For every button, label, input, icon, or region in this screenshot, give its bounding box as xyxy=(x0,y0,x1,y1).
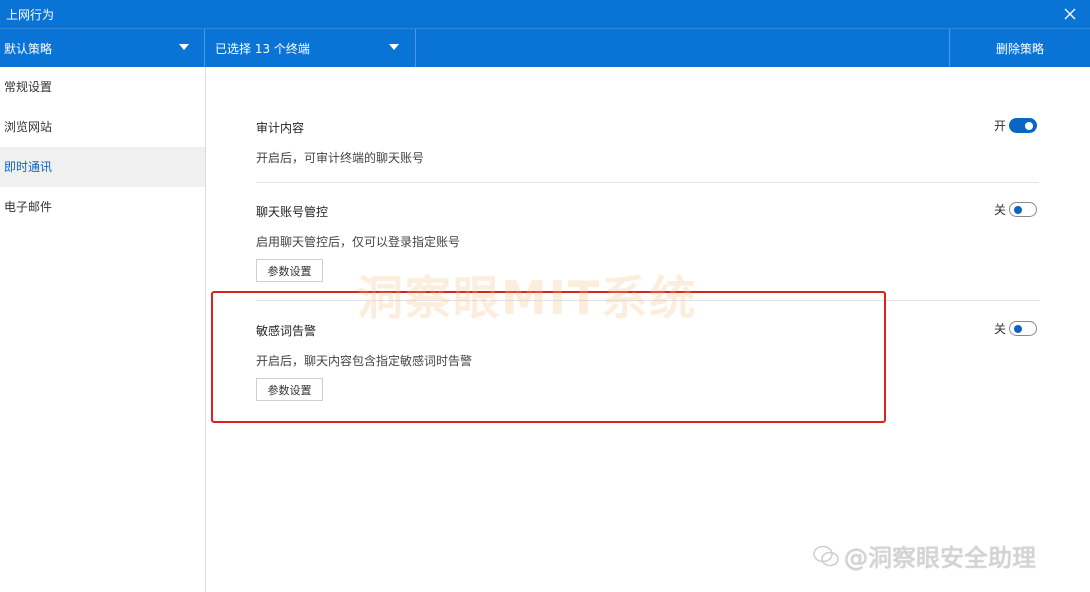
sidebar-item-general[interactable]: 常规设置 xyxy=(0,67,205,107)
sidebar-item-label: 浏览网站 xyxy=(4,120,53,134)
setting-audit-content: 审计内容 开启后，可审计终端的聊天账号 开 xyxy=(256,117,1039,177)
chat-account-control-switch[interactable]: 关 xyxy=(994,201,1037,218)
setting-sensitive-word-alert: 敏感词告警 开启后，聊天内容包含指定敏感词时告警 参数设置 关 xyxy=(256,320,1039,405)
title-bar: 上网行为 xyxy=(0,0,1090,28)
toggle-switch[interactable] xyxy=(1009,202,1037,217)
chevron-down-icon xyxy=(389,44,399,50)
setting-name: 审计内容 xyxy=(256,121,305,135)
sidebar-item-browsing[interactable]: 浏览网站 xyxy=(0,107,205,147)
terminals-dropdown[interactable]: 已选择 13 个终端 xyxy=(205,29,416,67)
toggle-knob xyxy=(1014,205,1022,214)
window: 上网行为 默认策略 已选择 13 个终端 删除策略 常规设置 浏览网站 即时通讯… xyxy=(0,0,1090,592)
close-icon[interactable] xyxy=(1058,2,1082,26)
audit-content-switch[interactable]: 开 xyxy=(994,117,1037,134)
toggle-state-label: 开 xyxy=(993,119,1006,133)
setting-chat-account-control: 聊天账号管控 启用聊天管控后，仅可以登录指定账号 参数设置 关 xyxy=(256,201,1039,286)
toggle-knob xyxy=(1025,121,1033,130)
sidebar-item-label: 电子邮件 xyxy=(4,200,53,214)
setting-name: 聊天账号管控 xyxy=(256,205,329,219)
sensitive-word-alert-switch[interactable]: 关 xyxy=(994,320,1037,337)
setting-description: 开启后，聊天内容包含指定敏感词时告警 xyxy=(256,354,473,368)
sensitive-word-params-button[interactable]: 参数设置 xyxy=(256,378,323,401)
sidebar-item-instant-messaging[interactable]: 即时通讯 xyxy=(0,147,205,187)
toggle-knob xyxy=(1014,324,1022,333)
toggle-switch[interactable] xyxy=(1009,321,1037,336)
setting-name: 敏感词告警 xyxy=(256,324,317,338)
sidebar: 常规设置 浏览网站 即时通讯 电子邮件 xyxy=(0,67,206,592)
sidebar-item-email[interactable]: 电子邮件 xyxy=(0,187,205,227)
toggle-state-label: 关 xyxy=(993,322,1006,336)
terminals-label: 已选择 13 个终端 xyxy=(215,41,310,56)
policy-dropdown[interactable]: 默认策略 xyxy=(0,29,205,67)
settings-panel: 审计内容 开启后，可审计终端的聊天账号 开 聊天账号管控 启用聊天管控后，仅可以… xyxy=(206,67,1090,592)
divider xyxy=(256,300,1039,301)
sidebar-item-label: 即时通讯 xyxy=(4,160,53,174)
setting-description: 启用聊天管控后，仅可以登录指定账号 xyxy=(256,235,461,249)
toolbar: 默认策略 已选择 13 个终端 删除策略 xyxy=(0,28,1090,67)
window-title: 上网行为 xyxy=(6,8,55,22)
delete-policy-button[interactable]: 删除策略 xyxy=(949,29,1090,67)
sidebar-item-label: 常规设置 xyxy=(4,80,53,94)
delete-policy-label: 删除策略 xyxy=(995,41,1044,56)
toggle-state-label: 关 xyxy=(993,203,1006,217)
chat-account-params-button[interactable]: 参数设置 xyxy=(256,259,323,282)
toggle-switch[interactable] xyxy=(1009,118,1037,133)
policy-label: 默认策略 xyxy=(4,41,53,56)
chevron-down-icon xyxy=(179,44,189,50)
setting-description: 开启后，可审计终端的聊天账号 xyxy=(256,151,425,165)
divider xyxy=(256,182,1039,183)
